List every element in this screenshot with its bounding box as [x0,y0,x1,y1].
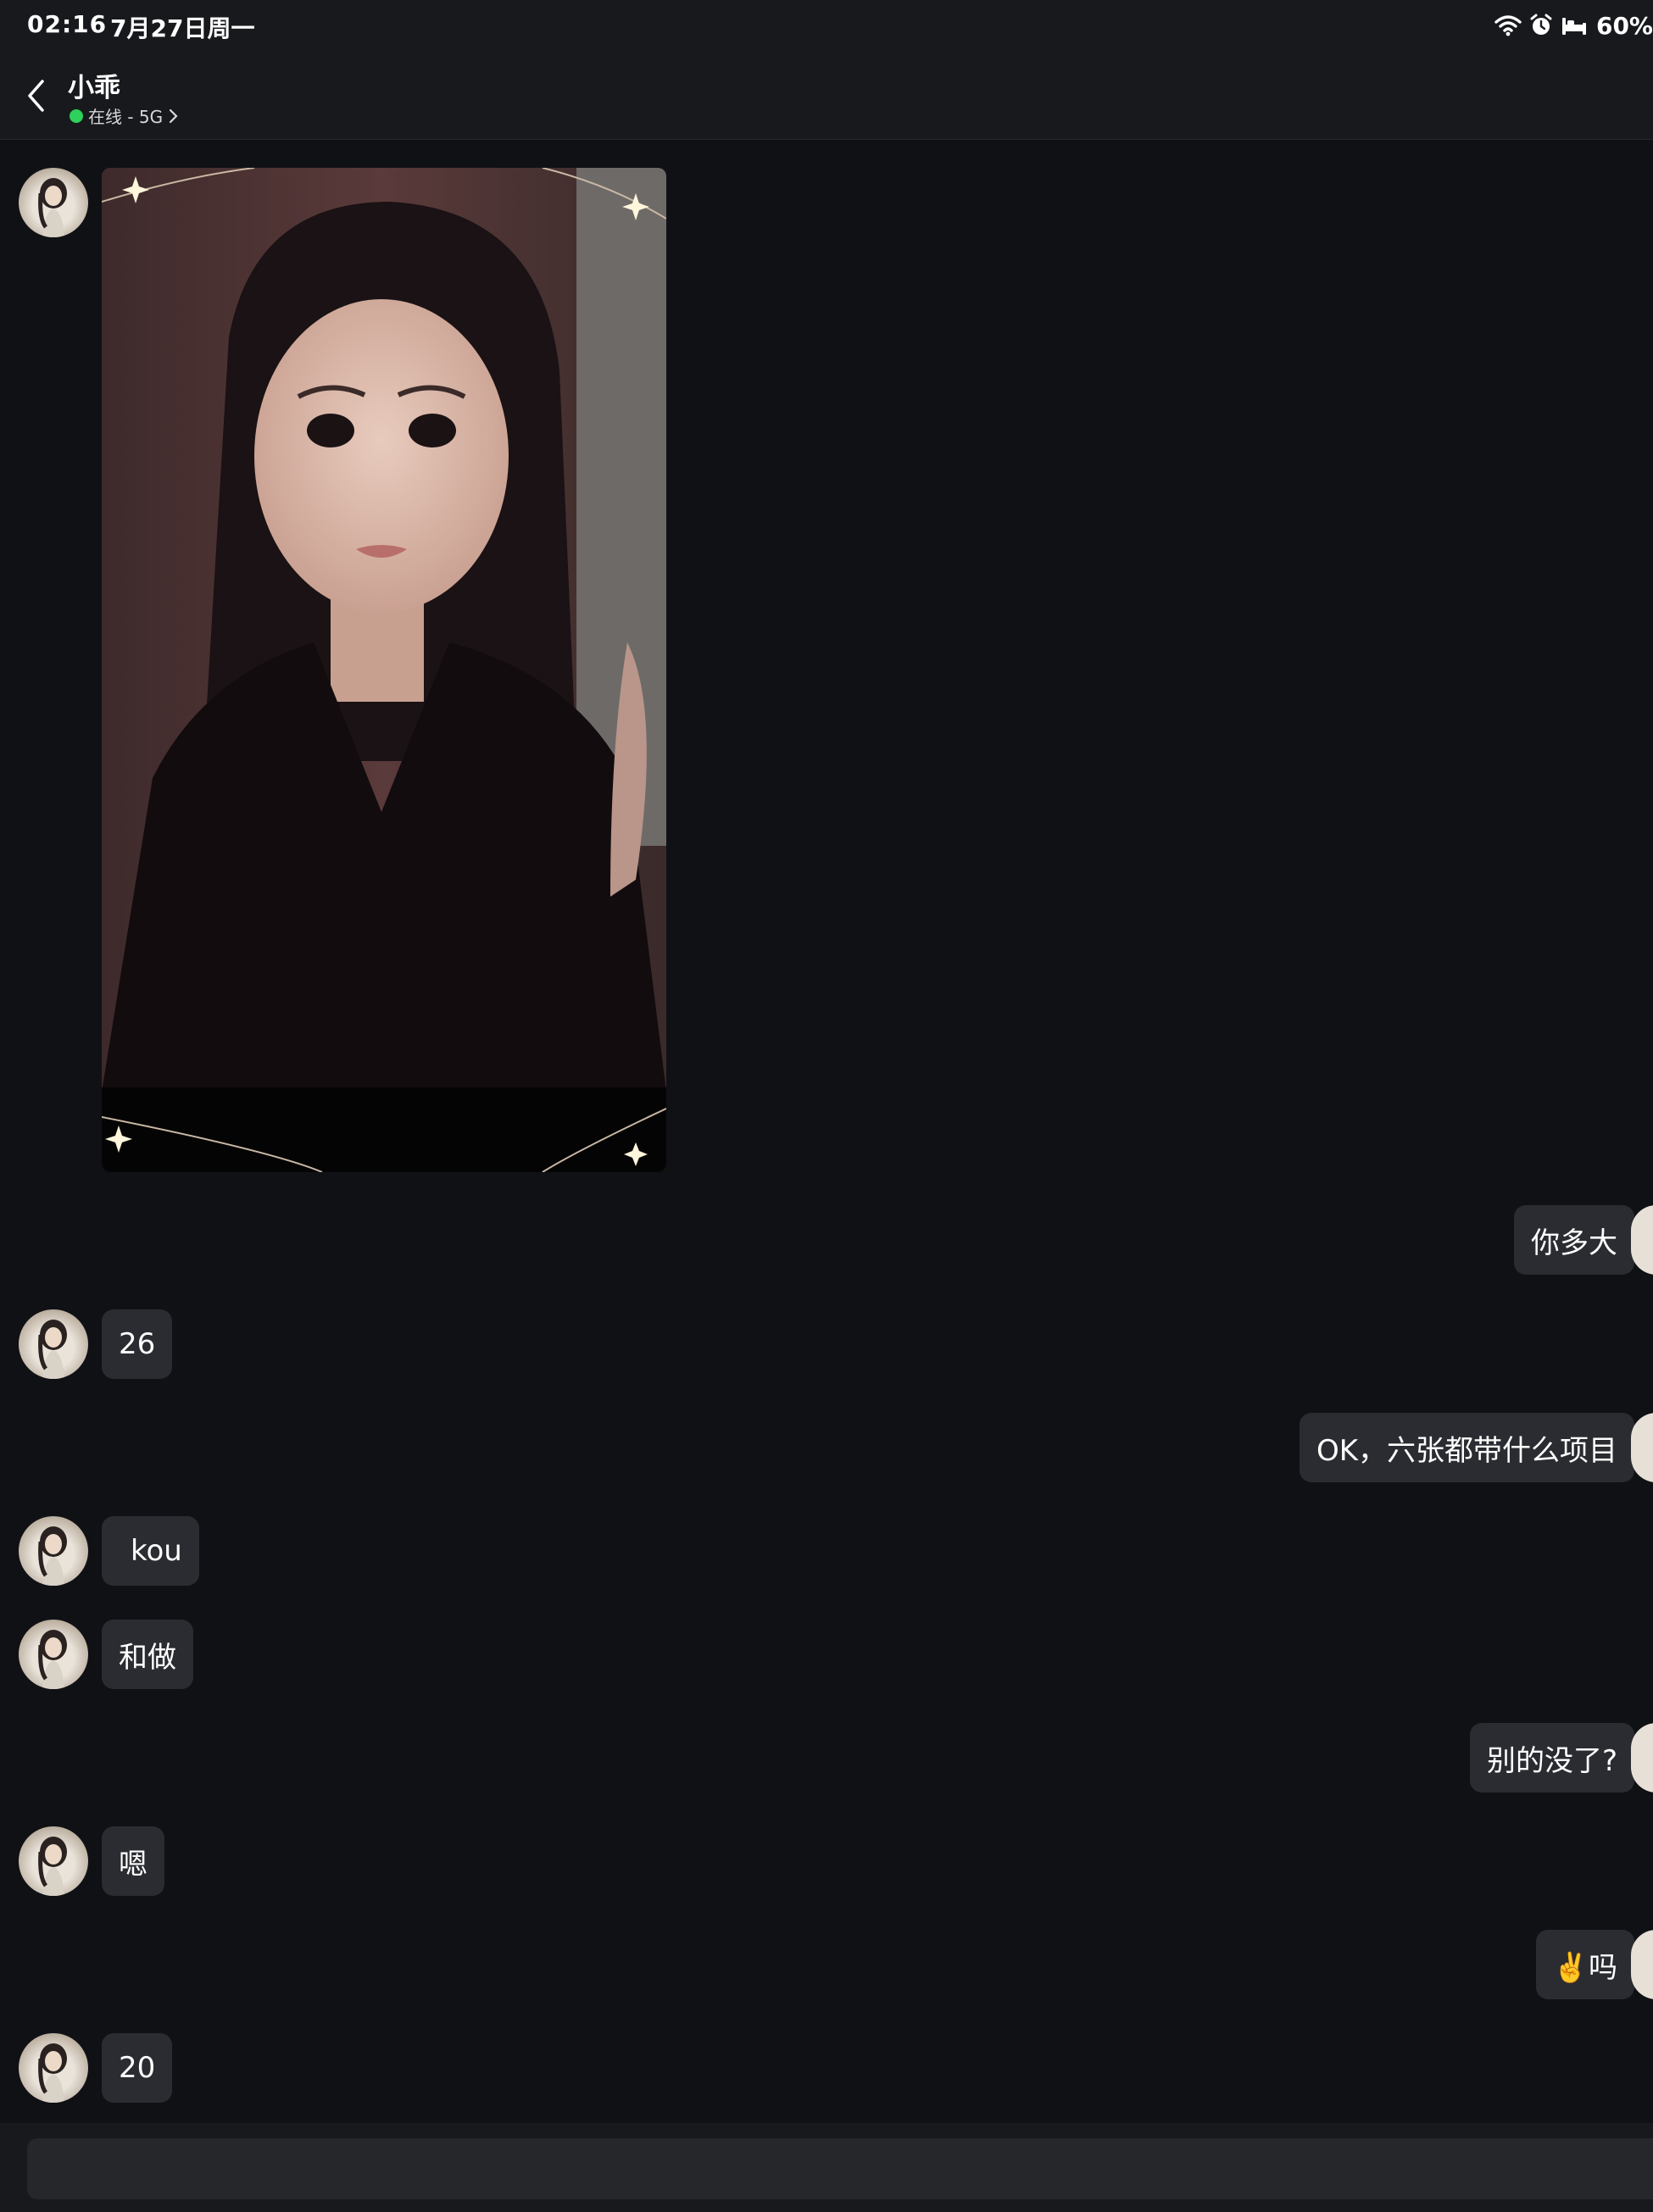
message-text: 别的没了? [1486,1743,1617,1778]
my-avatar[interactable] [1631,1723,1653,1792]
message-text: 和做 [119,1640,176,1675]
online-dot-icon [70,108,83,123]
my-avatar[interactable] [1631,1930,1653,1999]
presence-status[interactable]: 在线 - 5G [70,103,178,128]
outgoing-message[interactable]: 别的没了? [1469,1723,1653,1792]
chevron-left-icon [28,80,44,112]
bed-icon [1561,14,1588,36]
message-text: 20 [119,2051,156,2085]
alarm-icon [1530,14,1552,37]
status-bar: 02:16 7月27日周一 60% [0,0,1653,53]
message-list[interactable]: 你多大 26 OK，六张都带什么项目 kou 和做 别的没了? 嗯 ✌️吗 20 [0,140,1653,2123]
outgoing-message[interactable]: OK，六张都带什么项目 [1299,1413,1653,1482]
message-text: 26 [119,1327,156,1361]
presence-text: 在线 - 5G [88,107,164,127]
contact-avatar[interactable] [19,2033,88,2103]
message-text: 你多大 [1531,1225,1617,1260]
composer-bar [0,2123,1653,2212]
contact-avatar[interactable] [19,1516,88,1586]
contact-avatar[interactable] [19,1620,88,1689]
status-date: 7月27日周一 [110,14,255,42]
contact-avatar[interactable] [19,168,88,237]
message-text: kou [131,1534,182,1568]
shared-photo[interactable] [102,168,666,1172]
outgoing-message[interactable]: ✌️吗 [1535,1930,1653,1999]
battery-level: 60% [1595,11,1653,40]
message-text: ✌️吗 [1552,1950,1617,1985]
message-input[interactable] [27,2138,1653,2199]
my-avatar[interactable] [1631,1413,1653,1482]
message-text: OK，六张都带什么项目 [1316,1433,1617,1468]
contact-avatar[interactable] [19,1309,88,1379]
contact-name[interactable]: 小乖 [68,66,120,104]
chevron-right-icon [170,108,178,123]
back-button[interactable] [19,75,53,117]
incoming-message[interactable]: kou [102,1516,199,1586]
incoming-message[interactable]: 嗯 [102,1826,164,1896]
incoming-message[interactable]: 26 [102,1309,173,1379]
incoming-message[interactable]: 和做 [102,1620,193,1689]
my-avatar[interactable] [1631,1205,1653,1275]
wifi-icon [1494,14,1522,36]
status-indicators: 60% [1494,8,1653,42]
outgoing-message[interactable]: 你多大 [1514,1205,1653,1275]
contact-avatar[interactable] [19,1826,88,1896]
message-text: 嗯 [119,1847,147,1881]
chat-header: 小乖 在线 - 5G [0,53,1653,140]
status-time: 02:16 [27,10,108,38]
incoming-message[interactable]: 20 [102,2033,173,2103]
